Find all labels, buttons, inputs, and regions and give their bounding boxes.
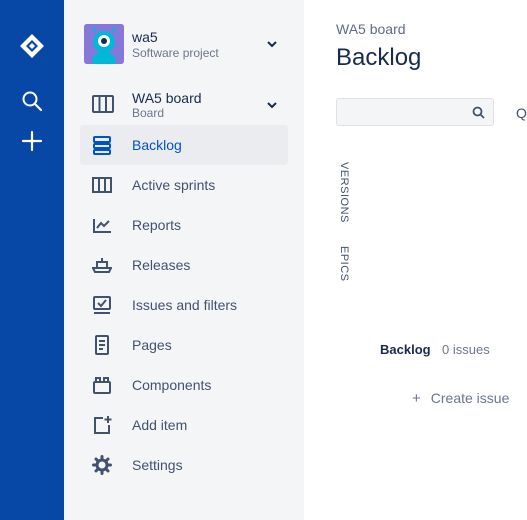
- chevron-down-icon[interactable]: [264, 97, 280, 113]
- sidebar-item-label: Settings: [132, 457, 183, 473]
- search-icon[interactable]: [16, 85, 48, 117]
- backlog-icon: [93, 136, 111, 155]
- sidebar-item-label: Backlog: [132, 137, 182, 153]
- sidebar-item-active-sprints[interactable]: Active sprints: [80, 165, 288, 205]
- backlog-section-title: Backlog: [380, 342, 431, 357]
- board-name: WA5 board: [132, 90, 202, 106]
- sidebar-item-label: Components: [132, 377, 212, 393]
- epics-tab[interactable]: EPICS: [338, 246, 350, 282]
- sidebar-item-settings[interactable]: Settings: [80, 445, 288, 485]
- releases-icon: [92, 258, 112, 273]
- issues-filters-icon: [93, 296, 111, 314]
- jira-logo-icon[interactable]: [16, 30, 48, 62]
- plus-icon: +: [412, 390, 421, 407]
- search-icon[interactable]: [472, 106, 485, 119]
- pages-icon: [95, 335, 109, 355]
- project-avatar: [84, 24, 124, 64]
- active-sprints-icon: [92, 177, 112, 193]
- components-icon: [93, 377, 111, 394]
- board-icon: [92, 95, 114, 113]
- sidebar-item-add-item[interactable]: Add item: [80, 405, 288, 445]
- sidebar-item-label: Releases: [132, 257, 191, 273]
- search-input[interactable]: [337, 99, 483, 125]
- project-sidebar: wa5 Software project WA5 board Board Bac…: [64, 0, 304, 520]
- quick-filters-label[interactable]: Q: [516, 105, 527, 121]
- sidebar-item-reports[interactable]: Reports: [80, 205, 288, 245]
- board-switcher[interactable]: WA5 board Board: [84, 88, 284, 122]
- sidebar-item-components[interactable]: Components: [80, 365, 288, 405]
- reports-icon: [93, 219, 111, 233]
- board-subtitle: Board: [132, 106, 165, 120]
- sidebar-item-issues-and-filters[interactable]: Issues and filters: [80, 285, 288, 325]
- sidebar-item-label: Active sprints: [132, 177, 216, 193]
- settings-gear-icon: [92, 455, 112, 475]
- main-content: WA5 board Backlog Q VERSIONS EPICS Backl…: [304, 0, 527, 520]
- add-item-icon: [94, 416, 112, 434]
- versions-tab[interactable]: VERSIONS: [338, 162, 350, 223]
- sidebar-item-releases[interactable]: Releases: [80, 245, 288, 285]
- sidebar-item-label: Pages: [132, 337, 172, 353]
- sidebar-item-label: Add item: [132, 417, 188, 433]
- create-plus-icon[interactable]: [16, 125, 48, 157]
- search-box: [336, 98, 494, 126]
- global-nav: [0, 0, 64, 520]
- sidebar-item-backlog[interactable]: Backlog: [80, 125, 288, 165]
- project-header[interactable]: wa5 Software project: [84, 24, 284, 68]
- project-type: Software project: [132, 46, 219, 60]
- sidebar-item-label: Issues and filters: [132, 297, 238, 313]
- backlog-issue-count: 0 issues: [442, 342, 490, 357]
- sidebar-item-pages[interactable]: Pages: [80, 325, 288, 365]
- create-issue-label: Create issue: [430, 390, 510, 406]
- project-name: wa5: [132, 29, 158, 45]
- page-title: Backlog: [336, 44, 422, 71]
- chevron-down-icon[interactable]: [264, 36, 280, 52]
- breadcrumb[interactable]: WA5 board: [336, 21, 406, 37]
- create-issue-button[interactable]: + Create issue: [412, 390, 509, 407]
- sidebar-item-label: Reports: [132, 217, 182, 233]
